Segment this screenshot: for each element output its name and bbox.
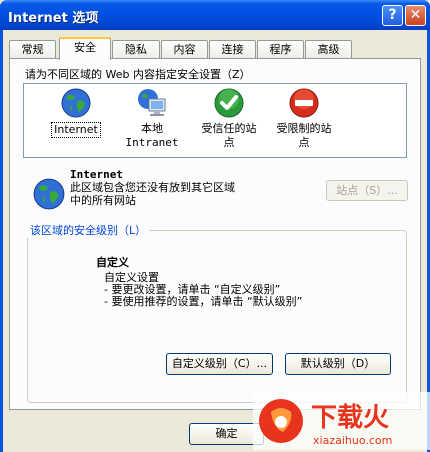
title-bar[interactable]: Internet 选项 ? ✕ — [0, 0, 430, 30]
zone-info-desc-line2: 中的所有网站 — [70, 194, 136, 207]
internet-zone-icon — [33, 178, 65, 210]
computer-globe-icon — [138, 89, 166, 116]
zone-restricted-sites-label-1: 受限制的站 — [276, 122, 332, 135]
tab-connections[interactable]: 连接 — [209, 40, 256, 59]
window-title: Internet 选项 — [8, 11, 99, 26]
security-level-title: 自定义 — [96, 256, 129, 269]
help-button[interactable]: ? — [382, 5, 403, 26]
zone-local-intranet[interactable]: 本地 Intranet — [122, 87, 182, 150]
tab-security[interactable]: 安全 — [59, 37, 111, 60]
zone-restricted-sites-label-2: 点 — [298, 136, 310, 149]
tab-content[interactable]: 内容 — [161, 40, 208, 59]
security-panel: 请为不同区域的 Web 内容指定安全设置（Z） Internet 本地 Intr… — [9, 58, 421, 410]
zone-internet[interactable]: Internet — [46, 87, 106, 138]
tab-general[interactable]: 常规 — [9, 40, 56, 59]
forbidden-icon — [289, 88, 319, 118]
zone-info-title: Internet — [70, 168, 123, 181]
zone-local-intranet-label-1: 本地 — [141, 122, 163, 135]
security-level-legend: 该区域的安全级别（L） — [27, 222, 150, 238]
sites-button[interactable]: 站点（S）... — [326, 180, 408, 201]
tab-programs[interactable]: 程序 — [257, 40, 304, 59]
zone-select-label: 请为不同区域的 Web 内容指定安全设置（Z） — [25, 68, 251, 81]
watermark-text: 下载火 — [311, 403, 389, 433]
zone-trusted-sites-label-2: 点 — [223, 136, 235, 149]
internet-options-window: Internet 选项 ? ✕ 常规 安全 隐私 内容 连接 程序 高级 请为不… — [0, 0, 430, 452]
close-button[interactable]: ✕ — [405, 5, 426, 26]
security-level-line3: - 要使用推荐的设置，请单击 “默认级别” — [104, 295, 303, 308]
tab-privacy[interactable]: 隐私 — [112, 40, 160, 59]
zone-trusted-sites-label-1: 受信任的站 — [201, 122, 257, 135]
zone-list: Internet 本地 Intranet 受信任的站 点 受限制的站 点 — [23, 83, 407, 158]
check-icon — [214, 88, 244, 118]
watermark-subtext: xiazaihuo.com — [313, 434, 392, 447]
zone-local-intranet-label-2: Intranet — [125, 136, 179, 149]
zone-trusted-sites[interactable]: 受信任的站 点 — [194, 87, 264, 150]
watermark-logo: 下载火 xiazaihuo.com — [253, 392, 430, 450]
zone-info-description: 此区域包含您还没有放到其它区域 中的所有网站 — [70, 181, 270, 207]
zone-info-desc-line1: 此区域包含您还没有放到其它区域 — [70, 181, 235, 194]
custom-level-button[interactable]: 自定义级别（C）... — [166, 353, 273, 375]
globe-icon — [61, 88, 91, 118]
default-level-button[interactable]: 默认级别（D） — [285, 353, 391, 375]
security-level-group — [27, 230, 407, 403]
zone-restricted-sites[interactable]: 受限制的站 点 — [269, 87, 339, 150]
tab-advanced[interactable]: 高级 — [305, 40, 352, 59]
zone-internet-label: Internet — [51, 122, 101, 138]
